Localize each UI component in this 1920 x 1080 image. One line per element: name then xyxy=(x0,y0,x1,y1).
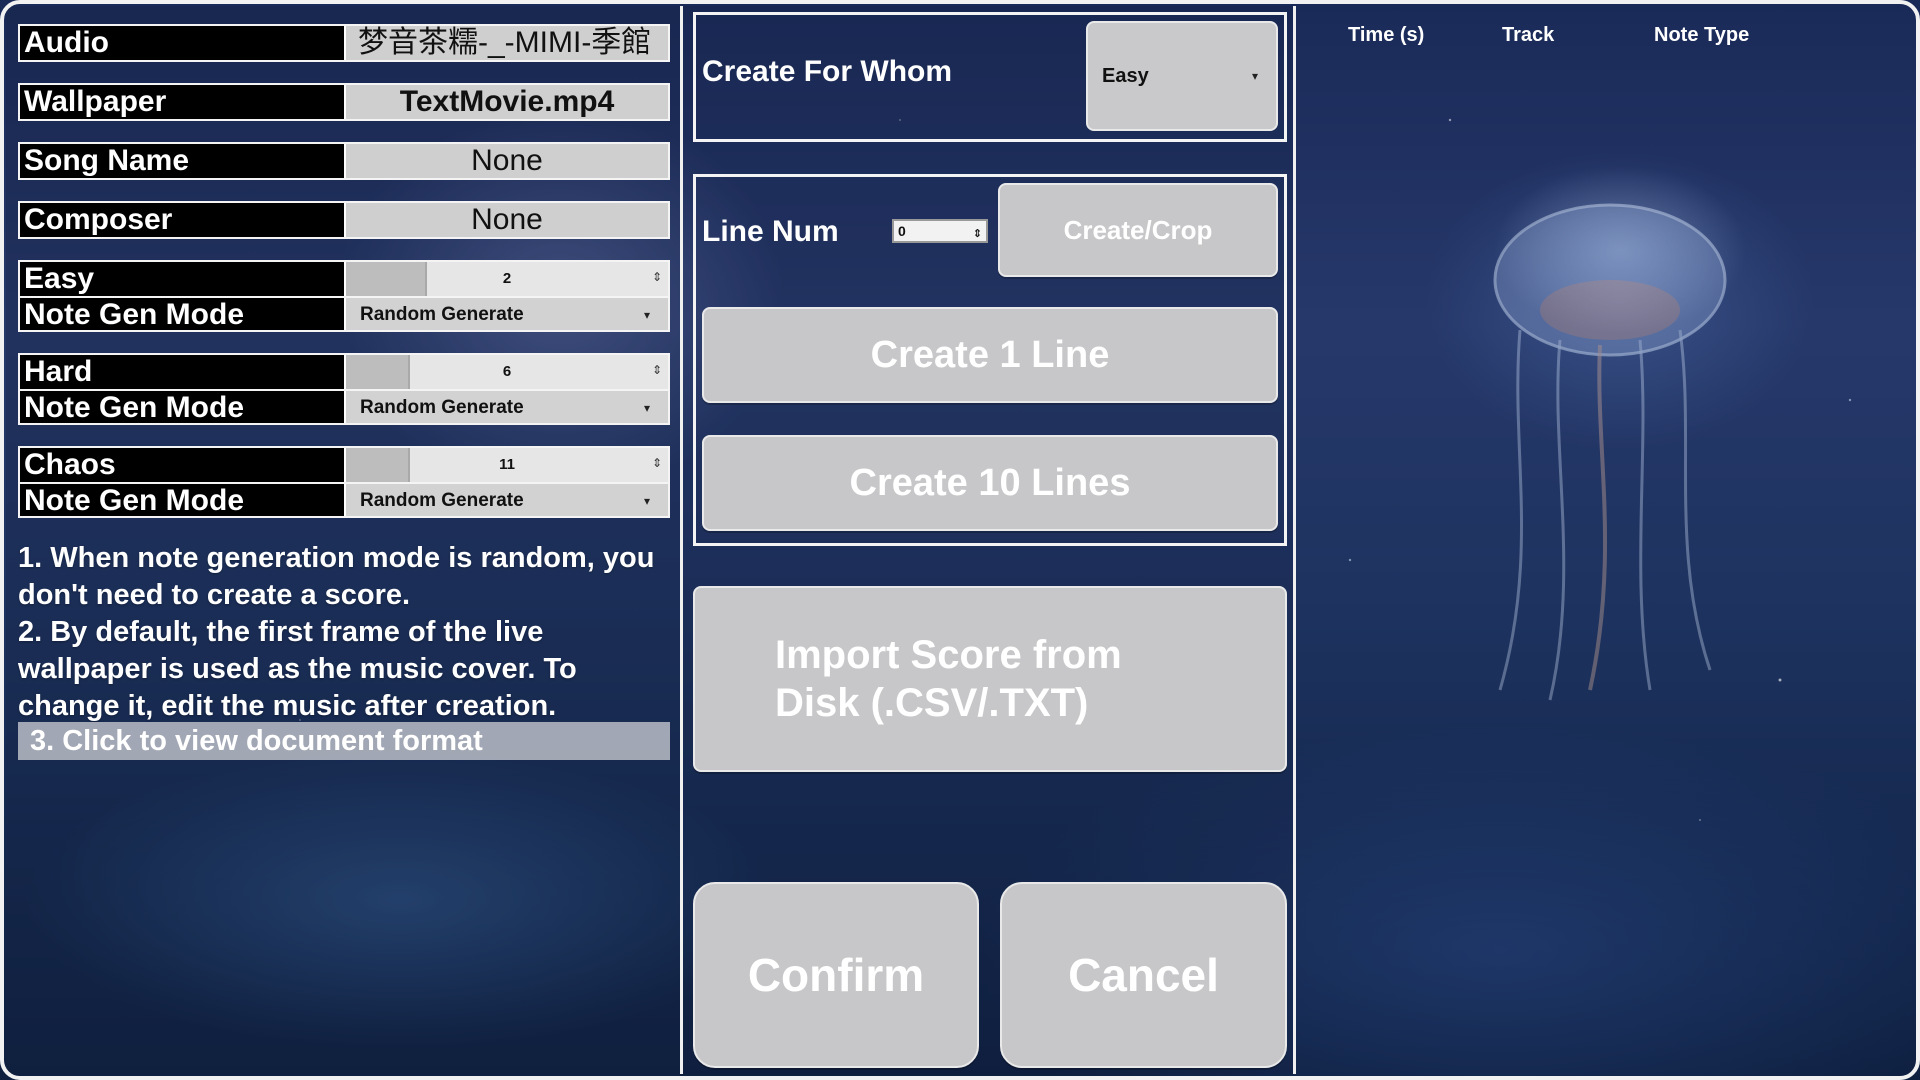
easy-level-value: 2 xyxy=(502,270,512,287)
composer-field[interactable]: None xyxy=(344,203,668,237)
column-header-track: Track xyxy=(1502,24,1555,46)
line-creation-box: Line Num 0 ⇕ Create/Crop Create 1 Line C… xyxy=(693,174,1287,546)
composer-row: Composer None xyxy=(18,201,670,239)
song-name-field[interactable]: None xyxy=(344,144,668,178)
hard-level-value: 6 xyxy=(502,363,512,380)
create-for-whom-select[interactable]: Easy ▾ xyxy=(1086,21,1278,131)
chaos-note-gen-mode-select[interactable]: Random Generate ▾ xyxy=(344,484,668,516)
score-table-panel: Time (s) Track Note Type xyxy=(1296,6,1914,1074)
caret-down-icon: ▾ xyxy=(643,308,650,322)
line-num-label: Line Num xyxy=(702,215,839,248)
line-num-input[interactable]: 0 ⇕ xyxy=(892,219,988,243)
note-random-mode: 1. When note generation mode is random, … xyxy=(18,542,655,611)
composer-label: Composer xyxy=(20,203,344,237)
select-value: Random Generate xyxy=(360,397,524,418)
wallpaper-label: Wallpaper xyxy=(20,85,344,119)
caret-down-icon: ▾ xyxy=(643,494,650,508)
chaos-level-slider[interactable]: 11 ⇕ xyxy=(344,448,668,482)
hard-level-slider[interactable]: 6 ⇕ xyxy=(344,355,668,389)
select-value: Easy xyxy=(1102,64,1149,87)
difficulty-label: Chaos xyxy=(20,448,344,482)
target-difficulty-box: Create For Whom Easy ▾ xyxy=(693,12,1287,142)
chaos-level-value: 11 xyxy=(499,456,515,473)
song-settings-panel: Audio 梦音茶糯-_-MIMI-季館 Wallpaper TextMovie… xyxy=(6,6,682,1074)
help-notes: 1. When note generation mode is random, … xyxy=(18,540,674,725)
easy-level-slider[interactable]: 2 ⇕ xyxy=(344,262,668,296)
select-value: Random Generate xyxy=(360,490,524,511)
wallpaper-field[interactable]: TextMovie.mp4 xyxy=(344,85,668,119)
select-value: Random Generate xyxy=(360,304,524,325)
audio-field[interactable]: 梦音茶糯-_-MIMI-季館 xyxy=(344,26,668,60)
spinner-icon[interactable]: ⇕ xyxy=(652,364,662,376)
audio-label: Audio xyxy=(20,26,344,60)
column-header-note-type: Note Type xyxy=(1654,24,1750,46)
caret-down-icon: ▾ xyxy=(1251,69,1258,83)
difficulty-label: Hard xyxy=(20,355,344,389)
difficulty-label: Easy xyxy=(20,262,344,296)
line-num-value: 0 xyxy=(898,223,906,239)
audio-row: Audio 梦音茶糯-_-MIMI-季館 xyxy=(18,24,670,62)
caret-down-icon: ▾ xyxy=(643,401,650,415)
create-1-line-button[interactable]: Create 1 Line xyxy=(702,307,1278,403)
song-name-row: Song Name None xyxy=(18,142,670,180)
hard-note-gen-mode-select[interactable]: Random Generate ▾ xyxy=(344,391,668,423)
create-10-lines-button[interactable]: Create 10 Lines xyxy=(702,435,1278,531)
spinner-icon[interactable]: ⇕ xyxy=(973,224,982,244)
score-creation-panel: Create For Whom Easy ▾ Line Num 0 ⇕ Crea… xyxy=(680,6,1296,1074)
create-for-whom-label: Create For Whom xyxy=(702,55,953,88)
cancel-button[interactable]: Cancel xyxy=(1000,882,1287,1068)
note-gen-mode-label: Note Gen Mode xyxy=(20,391,344,424)
difficulty-chaos-group: Chaos 11 ⇕ Note Gen Mode Random Generate… xyxy=(18,446,670,518)
create-crop-button[interactable]: Create/Crop xyxy=(998,183,1278,277)
easy-note-gen-mode-select[interactable]: Random Generate ▾ xyxy=(344,298,668,330)
note-cover-frame: 2. By default, the first frame of the li… xyxy=(18,616,577,722)
document-format-link[interactable]: 3. Click to view document format xyxy=(18,722,670,760)
song-name-label: Song Name xyxy=(20,144,344,178)
wallpaper-row: Wallpaper TextMovie.mp4 xyxy=(18,83,670,121)
difficulty-hard-group: Hard 6 ⇕ Note Gen Mode Random Generate ▾ xyxy=(18,353,670,425)
spinner-icon[interactable]: ⇕ xyxy=(652,271,662,283)
import-score-button[interactable]: Import Score from Disk (.CSV/.TXT) xyxy=(693,586,1287,772)
spinner-icon[interactable]: ⇕ xyxy=(652,457,662,469)
column-header-time: Time (s) xyxy=(1348,24,1425,46)
confirm-button[interactable]: Confirm xyxy=(693,882,979,1068)
note-gen-mode-label: Note Gen Mode xyxy=(20,484,344,517)
note-gen-mode-label: Note Gen Mode xyxy=(20,298,344,331)
difficulty-easy-group: Easy 2 ⇕ Note Gen Mode Random Generate ▾ xyxy=(18,260,670,332)
